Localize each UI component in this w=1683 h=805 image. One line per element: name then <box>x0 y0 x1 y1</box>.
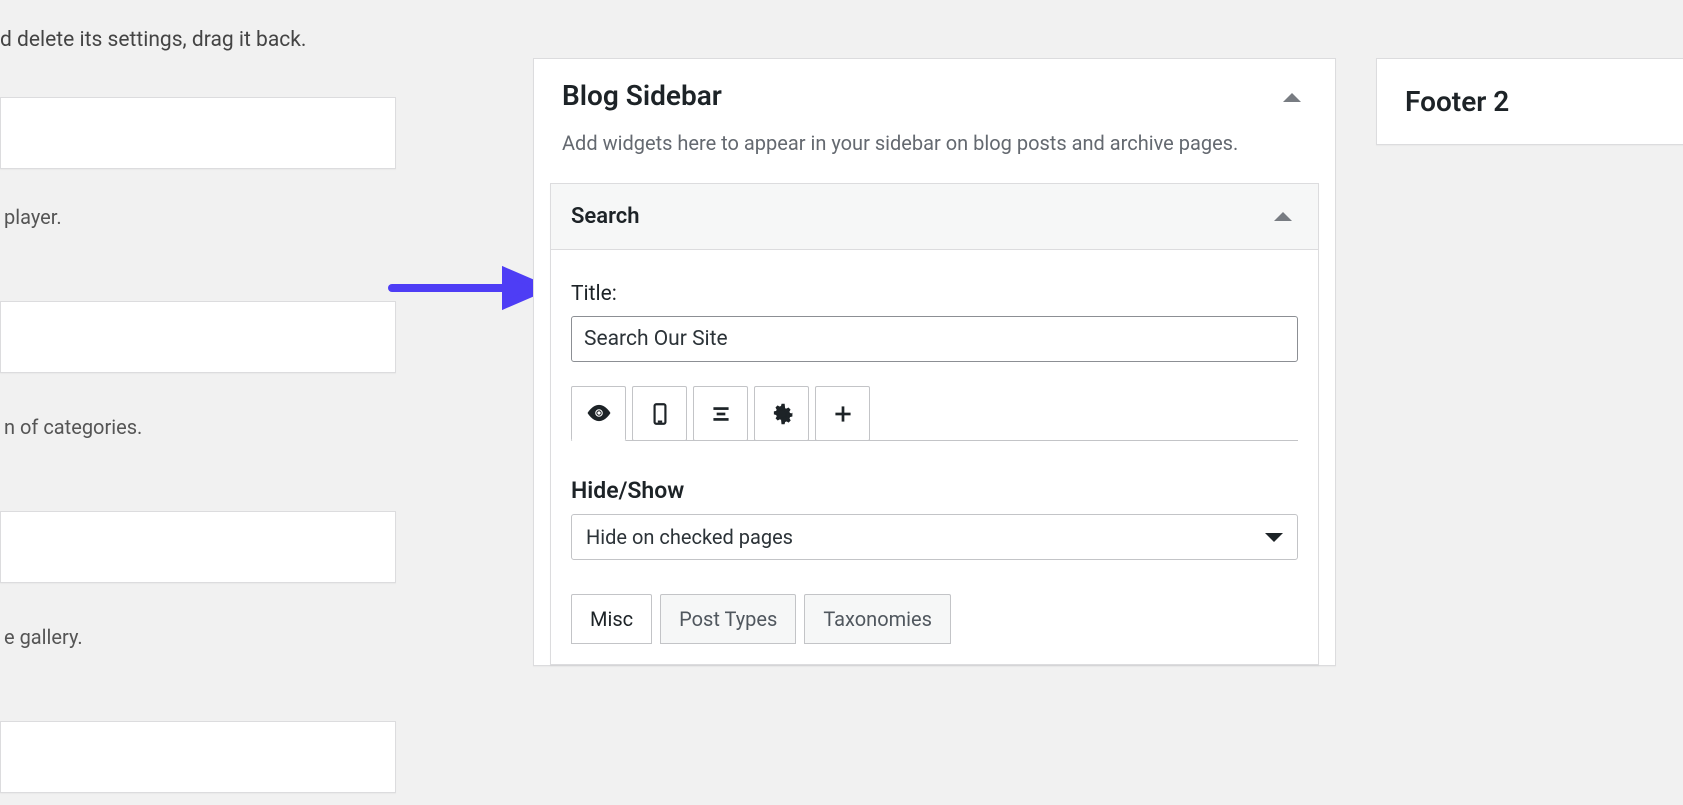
eye-icon <box>586 400 612 426</box>
sidebar-panel-blog-sidebar: Blog Sidebar Add widgets here to appear … <box>533 58 1336 666</box>
widget-search: Search Title: <box>550 183 1319 665</box>
condition-tabs: Misc Post Types Taxonomies <box>571 594 1298 644</box>
widget-name: Search <box>571 204 640 229</box>
mobile-icon <box>647 401 673 427</box>
settings-tab[interactable] <box>754 386 809 441</box>
chevron-down-icon <box>1265 533 1283 542</box>
available-widgets-column: d delete its settings, drag it back. pla… <box>0 0 450 793</box>
panel-description: Add widgets here to appear in your sideb… <box>534 116 1335 183</box>
align-icon <box>708 401 734 427</box>
widget-body: Title: <box>551 250 1318 664</box>
tab-taxonomies[interactable]: Taxonomies <box>804 594 951 644</box>
widget-stub[interactable] <box>0 721 396 793</box>
tab-misc[interactable]: Misc <box>571 594 652 644</box>
left-fragment-description: d delete its settings, drag it back. <box>0 0 450 52</box>
add-tab[interactable] <box>815 386 870 441</box>
hide-show-select[interactable]: Hide on checked pages <box>571 514 1298 560</box>
visibility-tab[interactable] <box>571 386 626 441</box>
alignment-tab[interactable] <box>693 386 748 441</box>
mobile-tab[interactable] <box>632 386 687 441</box>
widget-header[interactable]: Search <box>551 184 1318 250</box>
widget-stub[interactable] <box>0 97 396 169</box>
plus-icon <box>830 401 856 427</box>
panel-title: Footer 2 <box>1405 85 1683 118</box>
panel-title: Blog Sidebar <box>562 79 722 112</box>
tab-post-types[interactable]: Post Types <box>660 594 796 644</box>
widget-caption: e gallery. <box>0 625 450 649</box>
gear-icon <box>769 401 795 427</box>
panel-header[interactable]: Blog Sidebar <box>534 59 1335 116</box>
widget-stub[interactable] <box>0 511 396 583</box>
hide-show-heading: Hide/Show <box>571 477 1298 504</box>
title-input[interactable] <box>571 316 1298 362</box>
widget-caption: player. <box>0 205 450 229</box>
chevron-up-icon[interactable] <box>1283 93 1301 102</box>
option-tabs-row <box>571 386 1298 441</box>
select-value: Hide on checked pages <box>586 525 793 549</box>
widget-stub[interactable] <box>0 301 396 373</box>
title-label: Title: <box>571 282 1298 306</box>
chevron-up-icon[interactable] <box>1274 212 1292 221</box>
sidebar-panel-footer-2[interactable]: Footer 2 <box>1376 58 1683 145</box>
widget-caption: n of categories. <box>0 415 450 439</box>
